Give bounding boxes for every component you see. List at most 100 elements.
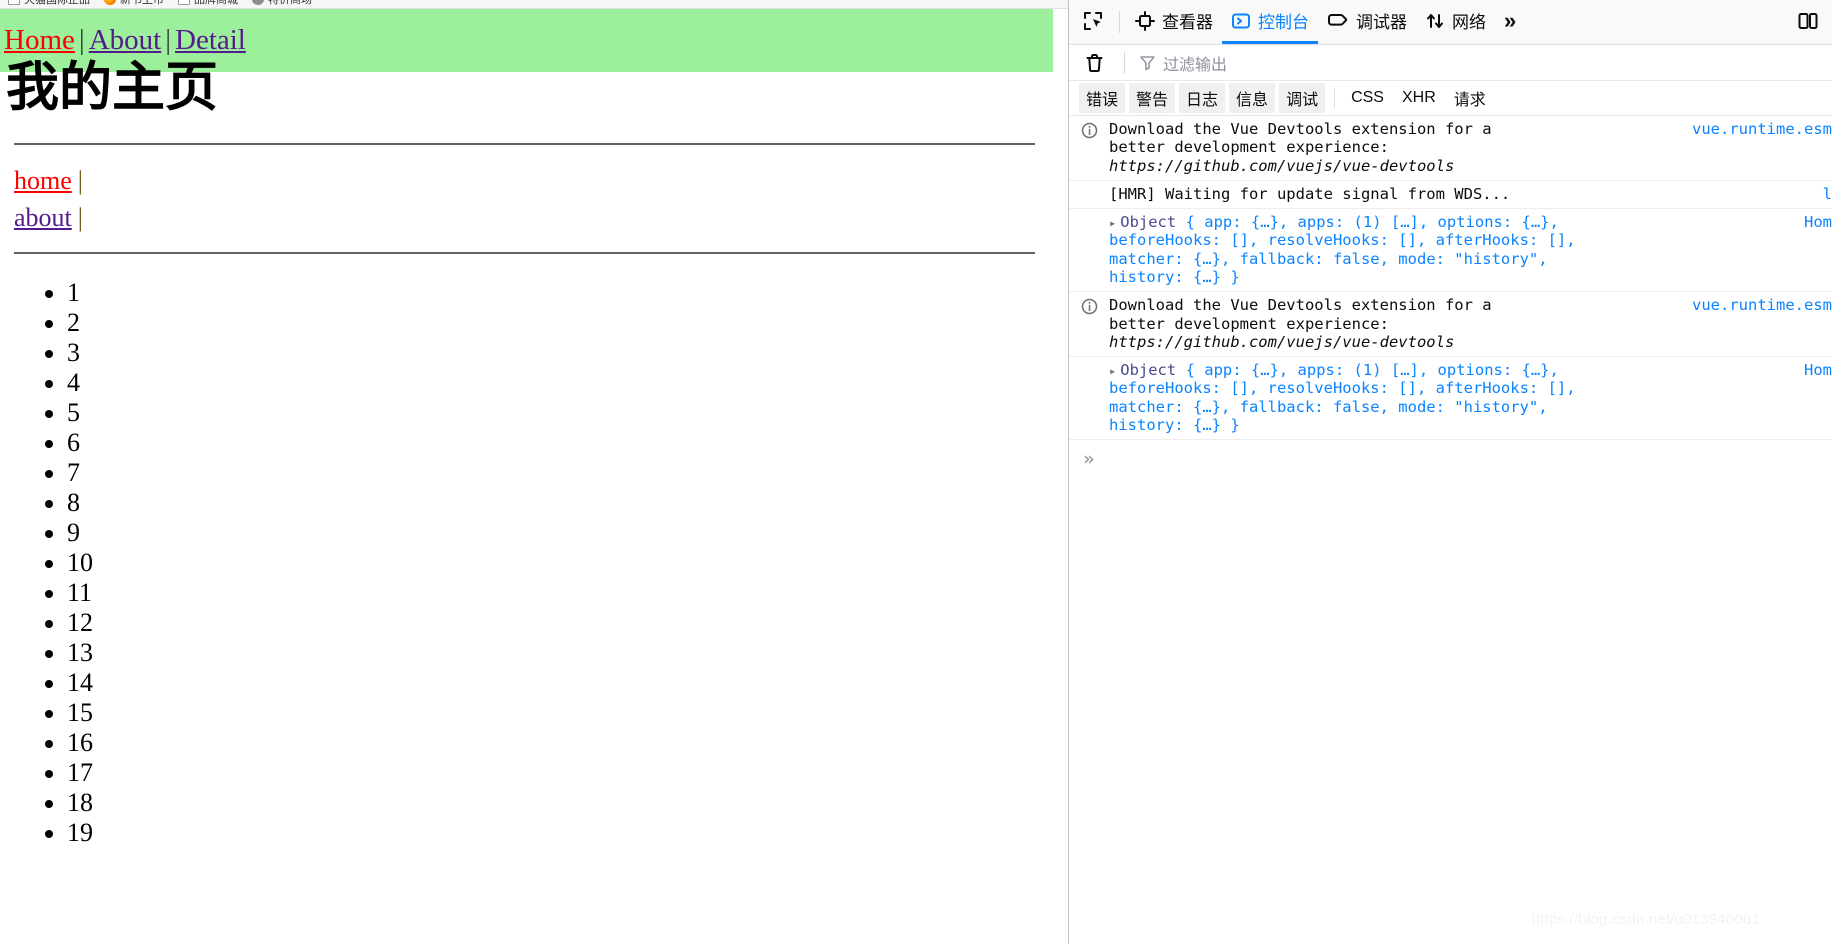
filter-debug[interactable]: 调试 bbox=[1279, 83, 1326, 113]
filter-input[interactable]: 过滤输出 bbox=[1139, 51, 1822, 75]
sub-nav-row: about | bbox=[14, 202, 1053, 234]
filter-requests[interactable]: 请求 bbox=[1447, 83, 1493, 113]
bookmark-item[interactable]: 天猫国际正品 bbox=[8, 0, 90, 8]
trash-icon bbox=[1086, 53, 1103, 72]
tab-network[interactable]: 网络 bbox=[1416, 0, 1495, 44]
list-item: 4 bbox=[67, 368, 1053, 398]
number-list: 12345678910111213141516171819 bbox=[0, 278, 1053, 848]
list-item: 1 bbox=[67, 278, 1053, 308]
list-item: 13 bbox=[67, 638, 1053, 668]
devtools-toolbar: 查看器 控制台 调试器 网络 » bbox=[1069, 0, 1832, 45]
list-item: 17 bbox=[67, 758, 1053, 788]
tab-inspector-label: 查看器 bbox=[1162, 13, 1213, 32]
sub-nav-row: home | bbox=[14, 165, 1053, 197]
console-message-url[interactable]: https://github.com/vuejs/vue-devtools bbox=[1109, 333, 1454, 351]
chevron-double-right-icon: » bbox=[1504, 7, 1517, 33]
sub-nav-link-about[interactable]: about bbox=[14, 203, 72, 232]
watermark: https://blog.csdn.net/u013946061 bbox=[1531, 911, 1760, 928]
page-icon bbox=[178, 0, 190, 5]
tab-console[interactable]: 控制台 bbox=[1222, 0, 1318, 44]
nav-link-home[interactable]: Home bbox=[4, 24, 75, 56]
bookmark-label: 特价商场 bbox=[268, 0, 312, 6]
list-item: 18 bbox=[67, 788, 1053, 818]
tab-debugger[interactable]: 调试器 bbox=[1318, 0, 1416, 44]
list-item: 3 bbox=[67, 338, 1053, 368]
orange-circle-icon bbox=[104, 0, 116, 5]
filter-warnings[interactable]: 警告 bbox=[1129, 83, 1176, 113]
inspector-icon bbox=[1135, 10, 1155, 31]
console-filter-bar: 过滤输出 bbox=[1069, 45, 1832, 81]
toolbar-separator bbox=[1119, 11, 1120, 33]
console-message-source[interactable]: vue.runtime.esm bbox=[1692, 296, 1832, 314]
divider-bottom bbox=[14, 252, 1035, 255]
bookmark-item[interactable]: 特价商场 bbox=[252, 0, 312, 8]
toolbar-overflow-button[interactable]: » bbox=[1495, 0, 1525, 44]
filter-logs[interactable]: 日志 bbox=[1179, 83, 1226, 113]
console-message[interactable]: [HMR] Waiting for update signal from WDS… bbox=[1069, 181, 1832, 210]
list-item: 19 bbox=[67, 818, 1053, 848]
list-item: 14 bbox=[67, 668, 1053, 698]
element-picker-button[interactable] bbox=[1073, 0, 1113, 44]
filter-errors[interactable]: 错误 bbox=[1079, 83, 1126, 113]
console-icon bbox=[1232, 13, 1250, 28]
console-output[interactable]: Download the Vue Devtools extension for … bbox=[1069, 116, 1832, 944]
devtools-panel: 查看器 控制台 调试器 网络 » 过滤输出 错误 警告 日志 信息 调试 CSS… bbox=[1068, 0, 1832, 944]
expander-icon[interactable]: ▸ bbox=[1109, 364, 1116, 378]
page-icon bbox=[8, 0, 20, 5]
message-gutter bbox=[1069, 213, 1109, 286]
console-message-source[interactable]: Hom bbox=[1804, 213, 1832, 231]
list-item: 8 bbox=[67, 488, 1053, 518]
nav-link-detail[interactable]: Detail bbox=[175, 24, 246, 56]
object-body: { app: {…}, apps: (1) […], options: {…},… bbox=[1109, 213, 1576, 286]
filter-css[interactable]: CSS bbox=[1344, 86, 1391, 110]
console-message-source[interactable]: Hom bbox=[1804, 361, 1832, 379]
sub-nav-link-home[interactable]: home bbox=[14, 166, 72, 195]
console-message[interactable]: Download the Vue Devtools extension for … bbox=[1069, 116, 1832, 181]
message-gutter bbox=[1069, 185, 1109, 203]
list-item: 6 bbox=[67, 428, 1053, 458]
network-icon bbox=[1427, 13, 1443, 28]
console-message-source[interactable]: l bbox=[1823, 185, 1832, 203]
dock-button[interactable] bbox=[1788, 0, 1828, 44]
expander-icon[interactable]: ▸ bbox=[1109, 216, 1116, 230]
bookmark-label: 品牌商城 bbox=[194, 0, 238, 6]
console-input[interactable]: » bbox=[1069, 440, 1832, 470]
divider-top bbox=[14, 142, 1035, 145]
bookmark-item[interactable]: 品牌商城 bbox=[178, 0, 238, 8]
console-message[interactable]: Download the Vue Devtools extension for … bbox=[1069, 292, 1832, 358]
page-content: Home|About|Detail 我的主页 home| about| 1234… bbox=[0, 9, 1053, 848]
tab-inspector[interactable]: 查看器 bbox=[1126, 0, 1222, 44]
bookmark-item[interactable]: 新书上市 bbox=[104, 0, 164, 8]
console-message[interactable]: ▸ Object { app: {…}, apps: (1) […], optio… bbox=[1069, 357, 1832, 441]
console-message-object[interactable]: ▸ Object { app: {…}, apps: (1) […], optio… bbox=[1109, 213, 1832, 286]
console-message[interactable]: ▸ Object { app: {…}, apps: (1) […], optio… bbox=[1069, 209, 1832, 293]
list-item: 2 bbox=[67, 308, 1053, 338]
console-message-text: [HMR] Waiting for update signal from WDS… bbox=[1109, 184, 1511, 203]
sub-nav: home | about | bbox=[14, 165, 1053, 234]
grey-circle-icon bbox=[252, 0, 264, 5]
sub-nav-separator: | bbox=[77, 203, 83, 233]
debugger-icon bbox=[1328, 13, 1348, 26]
clear-console-button[interactable] bbox=[1079, 53, 1110, 73]
object-body: { app: {…}, apps: (1) […], options: {…},… bbox=[1109, 361, 1576, 434]
filter-info[interactable]: 信息 bbox=[1229, 83, 1276, 113]
nav-separator: | bbox=[165, 23, 171, 56]
dock-split-icon bbox=[1798, 12, 1818, 29]
funnel-icon bbox=[1140, 56, 1155, 71]
console-message-url[interactable]: https://github.com/vuejs/vue-devtools bbox=[1109, 157, 1454, 175]
list-item: 15 bbox=[67, 698, 1053, 728]
screenshot-root: 天猫国际正品 新书上市 品牌商城 特价商场 Home | About | Detail … bbox=[0, 0, 1832, 944]
list-item: 9 bbox=[67, 518, 1053, 548]
console-message-source[interactable]: vue.runtime.esm bbox=[1692, 120, 1832, 138]
filterbar-separator bbox=[1124, 51, 1125, 74]
nav-link-about[interactable]: About bbox=[89, 24, 162, 56]
tab-network-label: 网络 bbox=[1452, 13, 1486, 32]
filter-xhr[interactable]: XHR bbox=[1395, 86, 1443, 110]
list-item: 7 bbox=[67, 458, 1053, 488]
object-name: Object bbox=[1120, 213, 1177, 232]
sub-nav-separator: | bbox=[77, 165, 83, 195]
bookmarks-bar: 天猫国际正品 新书上市 品牌商城 特价商场 bbox=[0, 0, 1068, 9]
console-message-object[interactable]: ▸ Object { app: {…}, apps: (1) […], optio… bbox=[1109, 361, 1832, 434]
list-item: 11 bbox=[67, 578, 1053, 608]
list-item: 5 bbox=[67, 398, 1053, 428]
